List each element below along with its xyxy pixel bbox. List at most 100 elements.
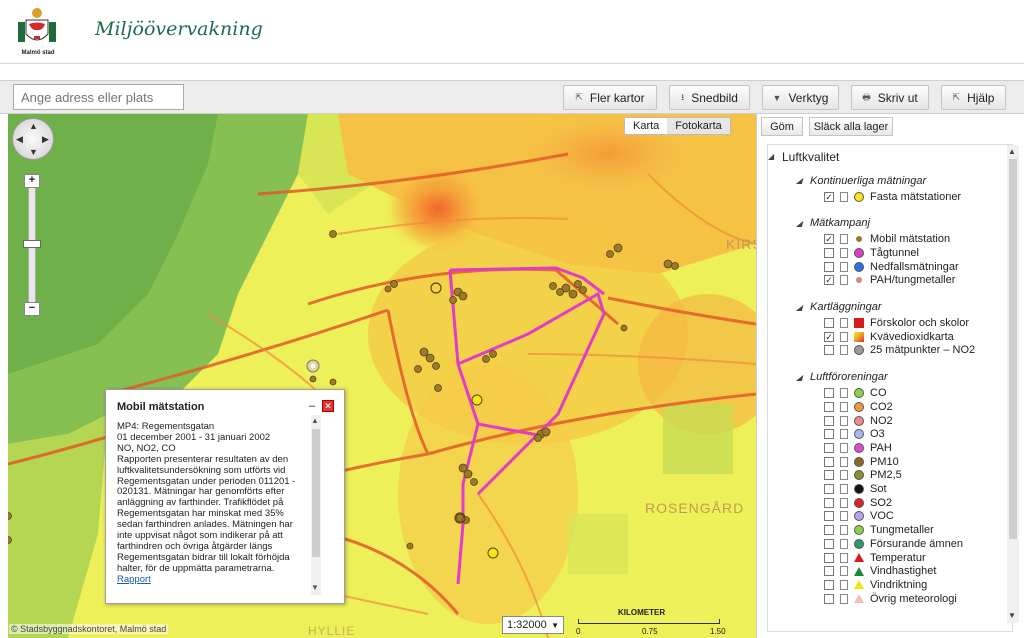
fler-kartor-button[interactable]: ⇱ Fler kartor	[563, 85, 657, 110]
gom-button[interactable]: Göm	[761, 117, 803, 136]
info-doc-icon[interactable]	[840, 593, 848, 604]
info-doc-icon[interactable]	[840, 484, 848, 494]
layer-checkbox[interactable]: ✓	[824, 191, 834, 202]
layer-item[interactable]: CO	[824, 387, 887, 400]
close-icon[interactable]: ✕	[322, 400, 334, 412]
pan-up-icon[interactable]: ▲	[29, 121, 38, 131]
info-doc-icon[interactable]	[840, 470, 848, 481]
info-doc-icon[interactable]	[840, 318, 848, 328]
info-doc-icon[interactable]	[840, 331, 848, 342]
layer-checkbox[interactable]	[824, 511, 834, 522]
map-canvas[interactable]: KIRS ROSENGÅRD HYLLIE Karta Fotokarta ▲ …	[8, 114, 756, 638]
pan-right-icon[interactable]: ▶	[42, 134, 49, 145]
layer-item[interactable]: PM10	[824, 455, 899, 468]
karta-tab[interactable]: Karta	[625, 118, 668, 134]
layer-checkbox[interactable]	[824, 456, 834, 467]
minimize-icon[interactable]: –	[309, 400, 315, 412]
expand-icon[interactable]: ◢	[796, 303, 810, 312]
layer-item[interactable]: Temperatur	[824, 551, 926, 564]
scroll-up-icon[interactable]: ▲	[1008, 147, 1016, 156]
info-doc-icon[interactable]	[840, 538, 848, 549]
layer-item[interactable]: PAH	[824, 441, 892, 454]
info-doc-icon[interactable]	[840, 552, 848, 563]
slack-alla-lager-button[interactable]: Släck alla lager	[809, 117, 893, 136]
layer-checkbox[interactable]	[824, 429, 834, 440]
layer-checkbox[interactable]	[824, 247, 834, 258]
layer-checkbox[interactable]	[824, 593, 834, 604]
layer-item[interactable]: Tungmetaller	[824, 524, 934, 537]
layer-item[interactable]: VOC	[824, 510, 894, 523]
info-doc-icon[interactable]	[840, 497, 848, 508]
pan-control[interactable]: ▲ ▼ ◀ ▶	[12, 118, 54, 160]
layer-checkbox[interactable]	[824, 566, 834, 577]
rapport-link[interactable]: Rapport	[117, 574, 313, 586]
layer-checkbox[interactable]	[824, 579, 834, 590]
layer-tree-scrollbar[interactable]: ▲ ▼	[1007, 145, 1019, 623]
hjalp-button[interactable]: ⇱ Hjälp	[941, 85, 1006, 110]
info-doc-icon[interactable]	[840, 247, 848, 258]
snedbild-button[interactable]: ⭳ Snedbild	[669, 85, 750, 110]
layer-item[interactable]: ✓ PAH/tungmetaller	[824, 274, 955, 287]
layer-root[interactable]: ◢ Luftkvalitet	[768, 150, 839, 164]
zoom-in-button[interactable]: +	[24, 174, 40, 188]
zoom-out-button[interactable]: −	[24, 302, 40, 316]
layer-checkbox[interactable]	[824, 415, 834, 426]
layer-item[interactable]: Nedfallsmätningar	[824, 260, 959, 273]
layer-checkbox[interactable]	[824, 497, 834, 508]
scroll-up-icon[interactable]: ▲	[311, 416, 319, 425]
layer-checkbox[interactable]: ✓	[824, 275, 834, 286]
layer-checkbox[interactable]	[824, 552, 834, 563]
expand-icon[interactable]: ◢	[796, 176, 810, 185]
info-doc-icon[interactable]	[840, 401, 848, 412]
info-doc-icon[interactable]	[840, 442, 848, 453]
info-doc-icon[interactable]	[840, 275, 848, 286]
layer-checkbox[interactable]	[824, 318, 834, 328]
layer-checkbox[interactable]	[824, 261, 834, 272]
verktyg-button[interactable]: ▼ Verktyg	[762, 85, 839, 110]
layer-item[interactable]: PM2,5	[824, 469, 902, 482]
info-doc-icon[interactable]	[840, 345, 848, 356]
expand-icon[interactable]: ◢	[768, 152, 782, 161]
layer-checkbox[interactable]: ✓	[824, 234, 834, 245]
info-doc-icon[interactable]	[840, 579, 848, 590]
pan-down-icon[interactable]: ▼	[29, 147, 38, 157]
layer-item[interactable]: O3	[824, 428, 885, 441]
malmo-logo[interactable]: Malmö stad	[18, 6, 58, 58]
layer-item[interactable]: Förskolor och skolor	[824, 317, 969, 330]
layer-checkbox[interactable]	[824, 442, 834, 453]
layer-group[interactable]: ◢ Kartläggningar	[796, 301, 882, 314]
info-doc-icon[interactable]	[840, 261, 848, 272]
info-doc-icon[interactable]	[840, 234, 848, 245]
layer-tree-scroll-thumb[interactable]	[1009, 159, 1017, 539]
layer-item[interactable]: 25 mätpunkter – NO2	[824, 344, 975, 357]
layer-item[interactable]: SO2	[824, 496, 892, 509]
layer-checkbox[interactable]	[824, 525, 834, 536]
layer-item[interactable]: ✓ Mobil mätstation	[824, 233, 950, 246]
layer-item[interactable]: NO2	[824, 414, 893, 427]
fotokarta-tab[interactable]: Fotokarta	[667, 118, 730, 134]
zoom-thumb[interactable]	[23, 240, 41, 248]
layer-item[interactable]: Sot	[824, 483, 887, 496]
layer-group[interactable]: ◢ Mätkampanj	[796, 217, 870, 230]
popup-scrollbar[interactable]: ▲ ▼	[311, 415, 321, 595]
layer-checkbox[interactable]	[824, 388, 834, 399]
expand-icon[interactable]: ◢	[796, 373, 810, 382]
expand-icon[interactable]: ◢	[796, 219, 810, 228]
info-doc-icon[interactable]	[840, 415, 848, 426]
layer-item[interactable]: ✓ Kvävedioxidkarta	[824, 330, 954, 343]
layer-checkbox[interactable]	[824, 401, 834, 412]
skriv-ut-button[interactable]: 🖶 Skriv ut	[851, 85, 929, 110]
info-doc-icon[interactable]	[840, 566, 848, 577]
layer-checkbox[interactable]	[824, 484, 834, 494]
info-doc-icon[interactable]	[840, 511, 848, 522]
info-doc-icon[interactable]	[840, 456, 848, 467]
pan-left-icon[interactable]: ◀	[16, 134, 23, 145]
popup-scroll-thumb[interactable]	[312, 429, 320, 557]
layer-item[interactable]: ✓ Fasta mätstationer	[824, 190, 961, 203]
layer-checkbox[interactable]: ✓	[824, 331, 834, 342]
info-doc-icon[interactable]	[840, 191, 848, 202]
scale-select[interactable]: 1:32000 ▼	[502, 616, 564, 634]
info-doc-icon[interactable]	[840, 429, 848, 440]
layer-item[interactable]: Vindriktning	[824, 578, 927, 591]
scroll-down-icon[interactable]: ▼	[311, 583, 319, 592]
